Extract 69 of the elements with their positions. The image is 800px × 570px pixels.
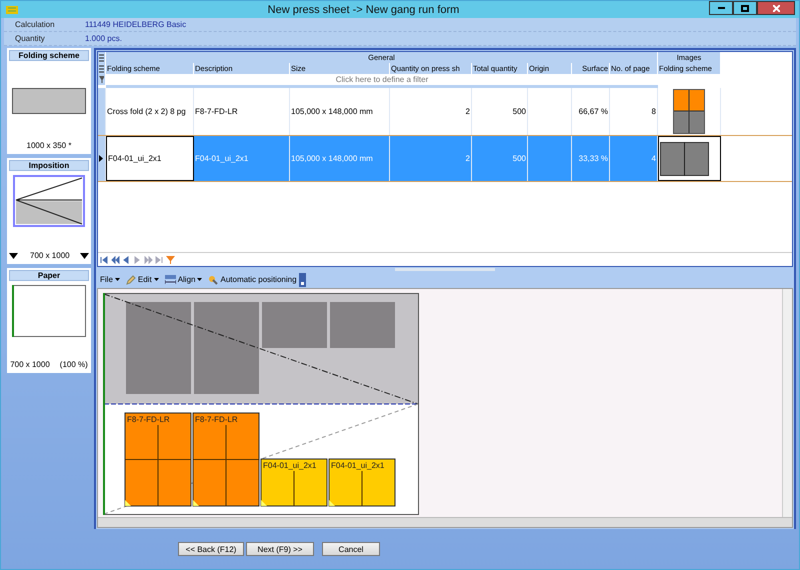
table-cell: F04-01_ui_2x1	[106, 136, 194, 181]
table-cell: 33,33 %	[572, 136, 610, 181]
job-tile[interactable]: F04-01_ui_2x1	[328, 458, 396, 506]
table-cell: 105,000 x 148,000 mm	[290, 136, 390, 181]
info-value: 1.000 pcs.	[85, 34, 122, 43]
toolbar-button[interactable]: File	[100, 275, 120, 284]
close-button[interactable]	[757, 1, 795, 15]
filter-icon[interactable]	[99, 76, 104, 83]
empty-slot	[262, 302, 327, 348]
pencil-icon	[126, 274, 136, 284]
navigation-icon[interactable]	[100, 256, 109, 264]
maximize-button[interactable]	[733, 1, 757, 15]
window-title: New press sheet -> New gang run form	[266, 4, 460, 16]
row-indicator[interactable]	[98, 136, 106, 181]
info-label: Calculation	[14, 20, 56, 29]
align-icon	[164, 274, 176, 284]
minimize-button[interactable]	[709, 1, 733, 15]
grip-icon[interactable]	[298, 272, 306, 286]
empty-slot	[330, 302, 395, 348]
current-row-icon	[99, 155, 103, 162]
dropdown-arrow-icon	[154, 278, 159, 281]
wizard-button[interactable]: Next (F9) >>	[246, 542, 314, 556]
maximize-icon	[741, 4, 749, 12]
info-label: Quantity	[14, 34, 46, 43]
table-cell: 4	[610, 136, 658, 181]
horizontal-scrollbar[interactable]	[98, 517, 792, 527]
wizard-button[interactable]: << Back (F12)	[178, 542, 244, 556]
splitter-handle[interactable]	[395, 268, 495, 271]
column-chooser-icon[interactable]	[99, 64, 104, 72]
close-icon	[772, 4, 780, 12]
imposition-preview[interactable]	[13, 175, 85, 227]
app-icon	[6, 6, 18, 14]
folding-scheme-thumbnail	[660, 142, 709, 176]
toolbar-button[interactable]: Edit	[126, 274, 159, 284]
info-value: 111449 HEIDELBERG Basic	[85, 20, 186, 29]
layout-canvas[interactable]: F8-7-FD-LR F8-7-FD-LR F04-01_ui_2x1 F04-01_ui_2x1	[97, 288, 793, 528]
table-cell: 105,000 x 148,000 mm	[290, 88, 390, 135]
magic-wand-icon	[208, 274, 218, 284]
table-cell: F8-7-FD-LR	[194, 88, 290, 135]
dropdown-arrow-icon	[114, 278, 120, 281]
table-row[interactable]: Cross fold (2 x 2) 8 pg F8-7-FD-LR 105,000 x 148,000 mm 2 500 66,67 % 8	[98, 88, 792, 136]
table-cell: F04-01_ui_2x1	[194, 136, 290, 181]
dropdown-arrow-icon	[197, 278, 202, 281]
job-tile[interactable]: F04-01_ui_2x1	[260, 458, 328, 506]
table-cell	[528, 136, 572, 181]
dropdown-arrow-icon[interactable]	[9, 252, 18, 258]
filter-icon[interactable]	[166, 256, 175, 264]
minimize-icon	[718, 6, 724, 10]
size-caption: 700 x 1000	[10, 360, 50, 369]
toolbar-button[interactable]: Automatic positioning	[208, 274, 297, 284]
table-cell: 2	[390, 136, 472, 181]
folding-scheme-thumbnail	[673, 89, 705, 134]
navigation-icon[interactable]	[111, 256, 120, 264]
panel-title: Paper	[9, 270, 89, 281]
size-caption: 700 x 1000	[30, 251, 70, 260]
panel-title: Imposition	[9, 160, 89, 171]
dropdown-arrow-icon[interactable]	[80, 252, 89, 258]
size-caption: 1000 x 350 *	[26, 141, 72, 150]
table-cell: 500	[472, 136, 528, 181]
panel-title: Folding scheme	[9, 50, 89, 61]
wizard-button[interactable]: Cancel	[322, 542, 380, 556]
toolbar-button[interactable]: Align	[164, 274, 202, 284]
table-row[interactable]: F04-01_ui_2x1 F04-01_ui_2x1 105,000 x 148,000 mm 2 500 33,33 % 4	[98, 136, 792, 182]
column-chooser-icon[interactable]	[99, 54, 104, 62]
scale-caption: (100 %)	[60, 360, 88, 369]
vertical-scrollbar[interactable]	[782, 289, 792, 517]
job-tile[interactable]: F8-7-FD-LR	[192, 412, 260, 506]
table-cell: Cross fold (2 x 2) 8 pg	[106, 88, 194, 135]
job-tile[interactable]: F8-7-FD-LR	[124, 412, 192, 506]
